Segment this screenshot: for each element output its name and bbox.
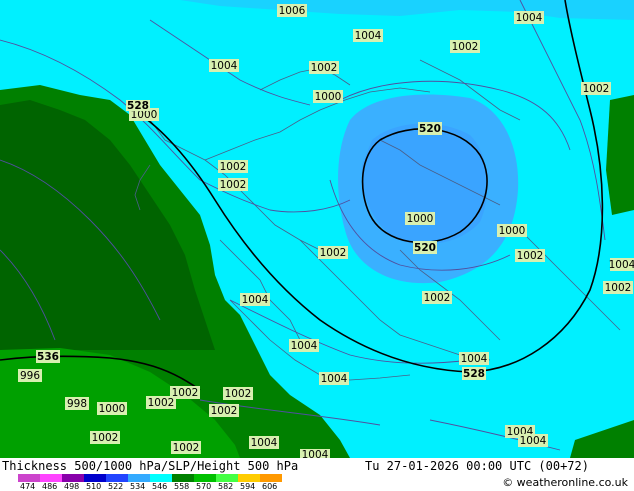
svg-text:1002: 1002: [225, 388, 252, 400]
slp-label: 1004: [514, 11, 544, 24]
east-warm-strip: [606, 95, 634, 215]
weather-map: 1006 1004 1004 1002 1004 1002 1002 1000 …: [0, 0, 634, 458]
slp-label: 1004: [518, 434, 548, 447]
legend-swatch: [18, 474, 40, 482]
height-label: 536: [36, 350, 60, 363]
svg-text:1002: 1002: [173, 442, 200, 454]
svg-text:1004: 1004: [516, 12, 543, 24]
height-label: 520: [418, 122, 442, 135]
height-label: 520: [413, 241, 437, 254]
legend-swatch: [40, 474, 62, 482]
svg-text:996: 996: [20, 370, 40, 382]
slp-label: 1004: [209, 59, 239, 72]
slp-label: 1002: [603, 281, 633, 294]
svg-text:520: 520: [419, 123, 441, 135]
svg-text:1002: 1002: [92, 432, 119, 444]
slp-label: 1000: [97, 402, 127, 415]
svg-text:1002: 1002: [605, 282, 632, 294]
legend-swatch: [106, 474, 128, 482]
svg-text:1004: 1004: [242, 294, 269, 306]
slp-label: 1006: [277, 4, 307, 17]
svg-text:1002: 1002: [583, 83, 610, 95]
svg-text:1002: 1002: [148, 397, 175, 409]
legend-swatch: [84, 474, 106, 482]
svg-text:1002: 1002: [320, 247, 347, 259]
svg-text:1004: 1004: [461, 353, 488, 365]
svg-text:520: 520: [414, 242, 436, 254]
slp-label: 1004: [249, 436, 279, 449]
svg-text:1002: 1002: [220, 161, 247, 173]
svg-text:1004: 1004: [251, 437, 278, 449]
height-label: 528: [462, 367, 486, 380]
slp-label: 1000: [497, 224, 527, 237]
svg-text:1006: 1006: [279, 5, 306, 17]
slp-label: 1004: [353, 29, 383, 42]
svg-text:528: 528: [127, 100, 149, 112]
slp-label: 1004: [609, 258, 634, 271]
copyright-text: © weatheronline.co.uk: [502, 476, 628, 489]
slp-label: 1004: [240, 293, 270, 306]
svg-text:1000: 1000: [407, 213, 434, 225]
svg-text:1002: 1002: [220, 179, 247, 191]
slp-label: 1000: [405, 212, 435, 225]
svg-text:998: 998: [67, 398, 87, 410]
slp-label: 1002: [218, 160, 248, 173]
slp-label: 1004: [319, 372, 349, 385]
legend-swatch: [128, 474, 150, 482]
color-legend: [18, 474, 282, 482]
legend-swatch: [150, 474, 172, 482]
slp-label: 1000: [313, 90, 343, 103]
slp-label: 1004: [289, 339, 319, 352]
svg-text:1004: 1004: [355, 30, 382, 42]
slp-label: 1004: [300, 449, 330, 458]
slp-label: 996: [18, 369, 42, 382]
svg-text:1002: 1002: [424, 292, 451, 304]
svg-text:1000: 1000: [315, 91, 342, 103]
slp-label: 1002: [309, 61, 339, 74]
svg-text:1004: 1004: [609, 259, 634, 271]
svg-text:1002: 1002: [311, 62, 338, 74]
height-label: 528: [126, 100, 150, 112]
legend-swatch: [172, 474, 194, 482]
map-datetime: Tu 27-01-2026 00:00 UTC (00+72): [365, 459, 589, 473]
svg-text:1002: 1002: [211, 405, 238, 417]
slp-label: 1002: [90, 431, 120, 444]
slp-label: 1002: [209, 404, 239, 417]
legend-swatch: [62, 474, 84, 482]
legend-swatch: [194, 474, 216, 482]
slp-label: 998: [65, 397, 89, 410]
slp-label: 1002: [515, 249, 545, 262]
slp-label: 1004: [459, 352, 489, 365]
svg-text:1000: 1000: [99, 403, 126, 415]
legend-swatch: [260, 474, 282, 482]
svg-text:1004: 1004: [291, 340, 318, 352]
svg-text:528: 528: [463, 368, 485, 380]
slp-label: 1002: [422, 291, 452, 304]
svg-text:1000: 1000: [499, 225, 526, 237]
svg-text:1004: 1004: [520, 435, 547, 447]
slp-label: 1002: [171, 441, 201, 454]
legend-swatch: [216, 474, 238, 482]
slp-label: 1002: [581, 82, 611, 95]
slp-label: 1002: [318, 246, 348, 259]
svg-text:1004: 1004: [302, 449, 329, 458]
svg-text:1002: 1002: [452, 41, 479, 53]
slp-label: 1002: [223, 387, 253, 400]
slp-label: 1002: [218, 178, 248, 191]
map-canvas: 1006 1004 1004 1002 1004 1002 1002 1000 …: [0, 0, 634, 458]
svg-text:1004: 1004: [321, 373, 348, 385]
slp-label: 1002: [450, 40, 480, 53]
svg-text:536: 536: [37, 351, 59, 363]
legend-swatch: [238, 474, 260, 482]
svg-text:1002: 1002: [517, 250, 544, 262]
map-title: Thickness 500/1000 hPa/SLP/Height 500 hP…: [2, 459, 299, 473]
svg-text:1004: 1004: [211, 60, 238, 72]
slp-label: 1002: [146, 396, 176, 409]
